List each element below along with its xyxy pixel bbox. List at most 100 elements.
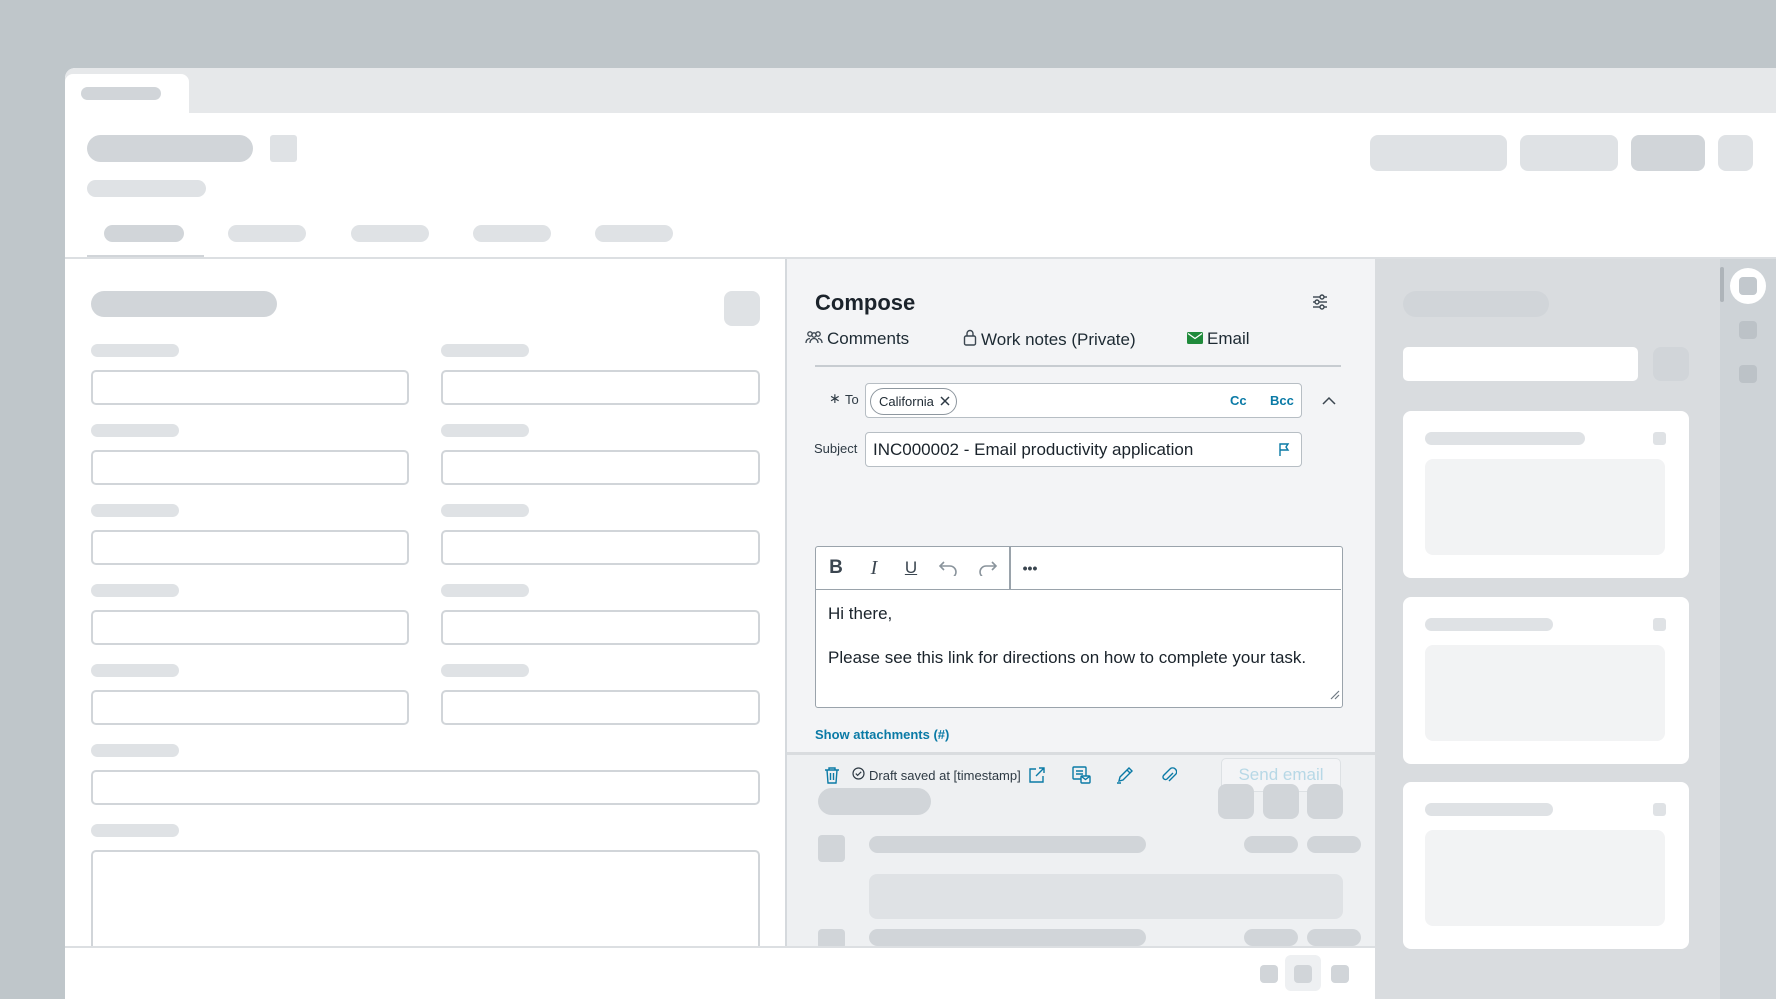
paperclip-icon[interactable]	[1159, 765, 1179, 785]
field-label-placeholder	[441, 664, 529, 677]
form-input-placeholder[interactable]	[441, 450, 760, 485]
underline-button[interactable]: U	[900, 557, 922, 579]
subject-field[interactable]: INC000002 - Email productivity applicati…	[865, 432, 1302, 467]
section-action-placeholder[interactable]	[724, 291, 760, 326]
close-icon[interactable]	[940, 394, 950, 409]
form-panel	[65, 259, 785, 960]
tab-email-label: Email	[1207, 329, 1250, 348]
card-content-placeholder	[1425, 830, 1665, 926]
show-attachments-link[interactable]: Show attachments (#)	[815, 727, 949, 742]
field-label-placeholder	[441, 504, 529, 517]
side-card[interactable]	[1403, 782, 1689, 949]
form-input-placeholder[interactable]	[441, 370, 760, 405]
recipient-chip[interactable]: California	[870, 388, 957, 415]
form-input-placeholder[interactable]	[91, 530, 409, 565]
rail-item[interactable]	[1739, 365, 1757, 383]
more-options-button[interactable]: •••	[1015, 557, 1045, 579]
activity-meta-placeholder	[1244, 836, 1298, 853]
activity-action-placeholder[interactable]	[1263, 784, 1299, 819]
footer-icon-placeholder[interactable]	[1331, 965, 1349, 983]
rail-active-indicator	[1720, 267, 1724, 302]
tab-email[interactable]: Email	[1187, 329, 1250, 349]
side-title-placeholder	[1403, 291, 1549, 317]
header-more-button[interactable]	[1718, 135, 1753, 171]
header-action-button[interactable]	[1370, 135, 1507, 171]
side-search-placeholder[interactable]	[1403, 347, 1638, 381]
card-icon-placeholder	[1653, 803, 1666, 816]
footer-item-active[interactable]	[1285, 955, 1321, 991]
compose-card: Compose Comments Work notes (Private) Em…	[787, 259, 1375, 792]
to-label: To	[845, 392, 859, 407]
subject-label: Subject	[814, 441, 858, 456]
check-circle-icon	[852, 767, 865, 783]
side-card[interactable]	[1403, 597, 1689, 764]
email-greeting: Hi there,	[828, 604, 893, 623]
section-title-placeholder	[91, 291, 277, 317]
card-content-placeholder	[1425, 645, 1665, 741]
bold-button[interactable]: B	[825, 557, 847, 579]
required-marker: ∗	[829, 390, 841, 406]
template-icon[interactable]	[1071, 765, 1091, 785]
email-body-editor[interactable]: B I U ••• Hi there, Please see this link…	[815, 546, 1343, 708]
field-label-placeholder	[91, 744, 179, 757]
form-input-placeholder[interactable]	[441, 610, 760, 645]
card-icon-placeholder	[1653, 618, 1666, 631]
form-textarea-placeholder[interactable]	[91, 850, 760, 960]
email-body-text[interactable]: Hi there, Please see this link for direc…	[828, 603, 1328, 669]
record-tab-active[interactable]	[104, 225, 184, 242]
tab-work-notes[interactable]: Work notes (Private)	[963, 329, 1136, 351]
tab-comments[interactable]: Comments	[805, 329, 909, 349]
side-card[interactable]	[1403, 411, 1689, 578]
header-icon-placeholder[interactable]	[270, 135, 297, 162]
flag-icon[interactable]	[1278, 442, 1292, 462]
activity-meta-placeholder	[1307, 929, 1361, 946]
signature-pen-icon[interactable]	[1115, 765, 1135, 785]
footer-icon-placeholder	[1294, 965, 1312, 983]
activity-action-placeholder[interactable]	[1307, 784, 1343, 819]
rail-icon-placeholder	[1739, 277, 1757, 295]
undo-icon[interactable]	[937, 557, 959, 579]
toolbar-divider	[1009, 547, 1011, 589]
bcc-button[interactable]: Bcc	[1270, 393, 1294, 408]
cc-button[interactable]: Cc	[1230, 393, 1247, 408]
subject-value: INC000002 - Email productivity applicati…	[873, 440, 1194, 459]
field-label-placeholder	[91, 824, 179, 837]
record-title-placeholder	[87, 135, 253, 162]
record-tab[interactable]	[595, 225, 673, 242]
field-label-placeholder	[91, 344, 179, 357]
browser-tab[interactable]	[65, 74, 189, 113]
trash-icon[interactable]	[822, 765, 842, 785]
form-input-placeholder[interactable]	[91, 690, 409, 725]
redo-icon[interactable]	[977, 557, 999, 579]
header-primary-button[interactable]	[1631, 135, 1705, 171]
to-field[interactable]: California Cc Bcc	[865, 383, 1302, 418]
record-tab[interactable]	[473, 225, 551, 242]
header-action-button[interactable]	[1520, 135, 1618, 171]
form-input-placeholder[interactable]	[91, 770, 760, 805]
envelope-icon	[1187, 329, 1203, 349]
people-icon	[805, 329, 823, 349]
record-tab[interactable]	[351, 225, 429, 242]
draft-status-text: Draft saved at [timestamp]	[869, 767, 1021, 783]
side-panel	[1375, 259, 1720, 999]
rail-item[interactable]	[1739, 321, 1757, 339]
form-input-placeholder[interactable]	[441, 690, 760, 725]
resize-handle-icon[interactable]	[1328, 687, 1340, 705]
form-input-placeholder[interactable]	[91, 450, 409, 485]
footer-icon-placeholder[interactable]	[1260, 965, 1278, 983]
activity-meta-placeholder	[1307, 836, 1361, 853]
side-filter-placeholder[interactable]	[1653, 347, 1689, 381]
open-external-icon[interactable]	[1027, 765, 1047, 785]
settings-sliders-icon[interactable]	[1310, 292, 1330, 312]
form-input-placeholder[interactable]	[91, 610, 409, 645]
activity-avatar-placeholder	[818, 835, 845, 862]
card-title-placeholder	[1425, 618, 1553, 631]
form-input-placeholder[interactable]	[441, 530, 760, 565]
chevron-up-icon[interactable]	[1319, 391, 1339, 411]
form-input-placeholder[interactable]	[91, 370, 409, 405]
activity-action-placeholder[interactable]	[1218, 784, 1254, 819]
rail-item-active[interactable]	[1730, 268, 1766, 304]
italic-button[interactable]: I	[863, 557, 885, 579]
activity-line-placeholder	[869, 836, 1146, 853]
record-tab[interactable]	[228, 225, 306, 242]
